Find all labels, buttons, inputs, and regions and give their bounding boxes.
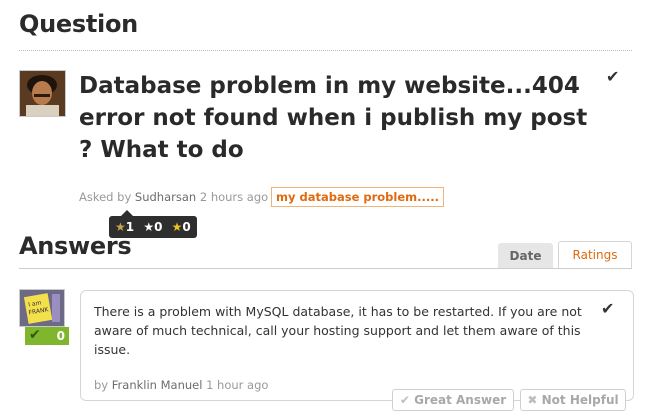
answer-time: 1 hour ago — [206, 378, 269, 392]
asked-by-label: Asked by — [79, 190, 132, 204]
asker-avatar[interactable] — [19, 70, 66, 117]
answer-card: There is a problem with MySQL database, … — [80, 290, 634, 401]
answers-heading: Answers — [19, 232, 132, 260]
vote-check-icon[interactable]: ✔ — [29, 327, 41, 343]
gold-star-count: 0 — [182, 220, 191, 234]
answer-check-icon[interactable]: ✔ — [601, 299, 614, 318]
not-helpful-x-icon: ✖ — [527, 393, 538, 407]
gold-star-icon: ★ — [171, 220, 183, 234]
answer-text: There is a problem with MySQL database, … — [94, 304, 582, 357]
great-answer-check-icon: ✔ — [399, 393, 410, 407]
answerer-name-link[interactable]: Franklin Manuel — [112, 378, 203, 392]
question-meta: Asked by Sudharsan 2 hours ago — [79, 190, 268, 204]
great-answer-label: Great Answer — [414, 393, 507, 407]
asker-avatar-image — [20, 71, 65, 116]
answer-by-label: by — [94, 378, 109, 392]
vote-count: 0 — [56, 329, 65, 343]
question-tag[interactable]: my database problem..... — [271, 187, 444, 207]
great-answer-button[interactable]: ✔ Great Answer — [392, 389, 514, 411]
asker-name-link[interactable]: Sudharsan — [135, 190, 196, 204]
question-check-icon[interactable]: ✔ — [606, 67, 619, 86]
vote-box: ✔ 0 — [25, 327, 69, 345]
not-helpful-label: Not Helpful — [541, 393, 619, 407]
not-helpful-button[interactable]: ✖ Not Helpful — [520, 389, 626, 411]
question-divider — [19, 50, 632, 51]
answers-divider — [19, 268, 632, 269]
answerer-avatar-image: I am FRANK — [20, 290, 64, 326]
silver-star-icon: ★ — [143, 220, 155, 234]
badge-pointer — [121, 210, 133, 216]
answerer-avatar[interactable]: I am FRANK — [19, 289, 65, 327]
silver-star-count: 0 — [154, 220, 163, 234]
question-heading: Question — [19, 10, 138, 38]
answer-meta: by Franklin Manuel 1 hour ago — [94, 378, 268, 392]
tab-ratings[interactable]: Ratings — [558, 241, 632, 269]
asked-time: 2 hours ago — [199, 190, 269, 204]
tab-date[interactable]: Date — [498, 243, 553, 269]
question-title[interactable]: Database problem in my website...404 err… — [79, 70, 604, 166]
